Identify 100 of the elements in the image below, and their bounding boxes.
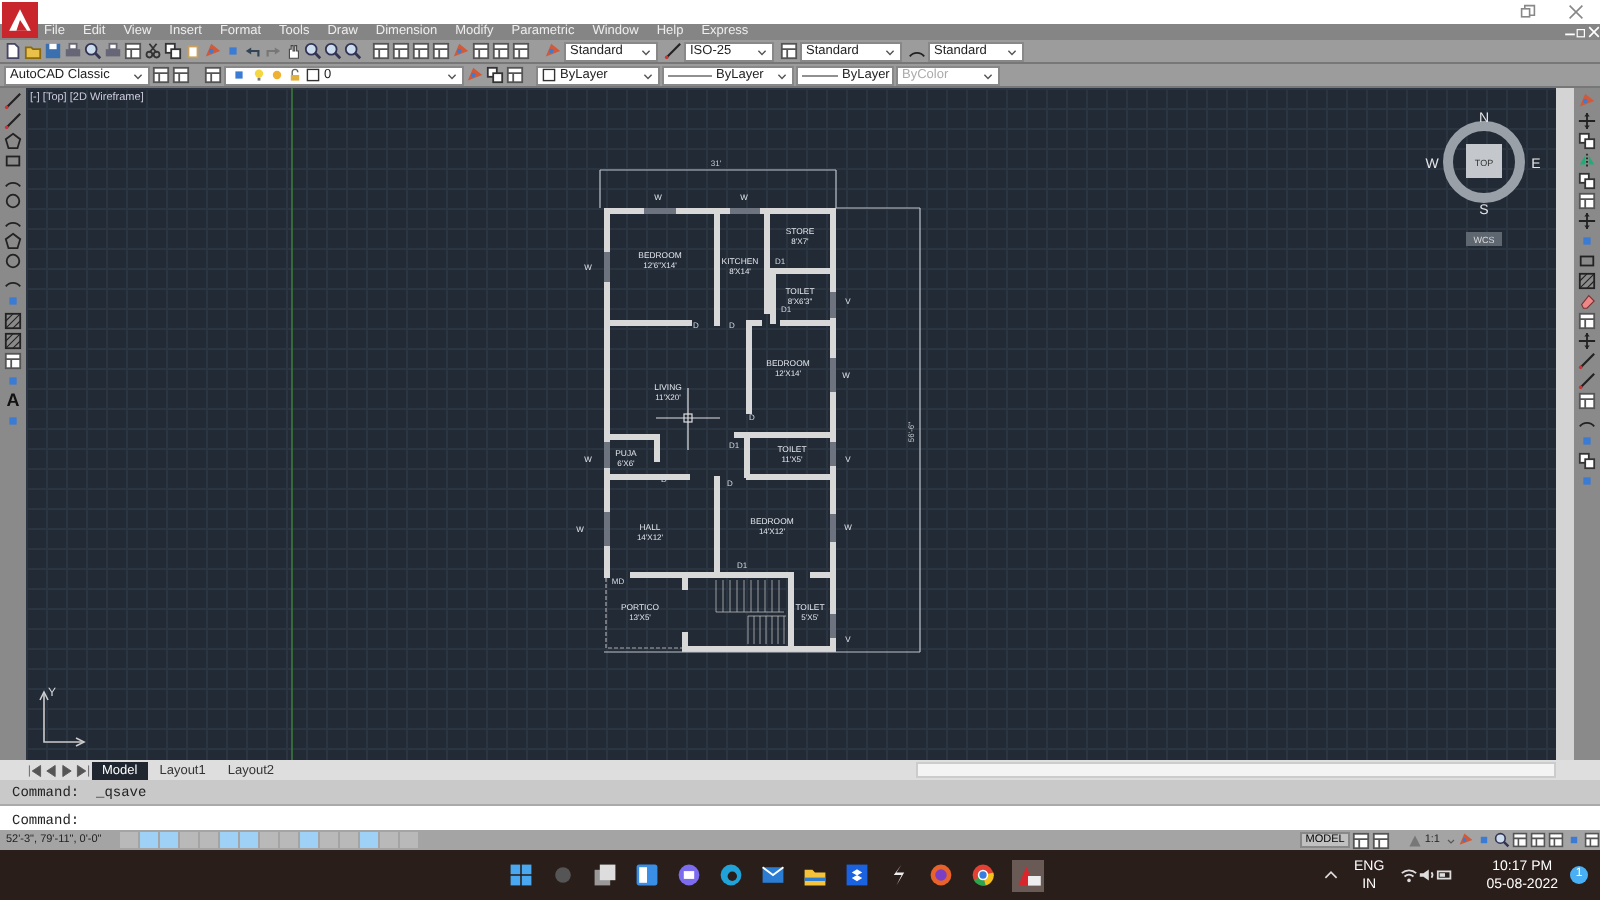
panel-icon[interactable] (1584, 832, 1600, 848)
status-toggle[interactable] (359, 832, 378, 848)
magnifier-icon[interactable] (84, 42, 102, 60)
node-icon[interactable] (1578, 432, 1596, 450)
circle-icon[interactable] (4, 192, 22, 210)
panel-icon[interactable] (1530, 832, 1546, 848)
caret-icon[interactable] (132, 69, 144, 81)
caret-icon[interactable] (1446, 835, 1456, 845)
node-icon[interactable] (224, 42, 242, 60)
chevron-up-icon[interactable] (1324, 868, 1339, 882)
scissors-icon[interactable] (144, 42, 162, 60)
status-toggle[interactable] (179, 832, 198, 848)
speaker-icon[interactable] (1418, 866, 1437, 884)
caret-icon[interactable] (884, 45, 896, 57)
viewcube-drawing[interactable] (1443, 121, 1525, 203)
status-toggle[interactable] (159, 832, 178, 848)
panel-icon[interactable] (492, 42, 510, 60)
rectangle-icon[interactable] (4, 152, 22, 170)
panel-icon[interactable] (512, 42, 530, 60)
restore-icon[interactable] (1520, 4, 1536, 20)
polygon-icon[interactable] (4, 232, 22, 250)
close-icon[interactable] (1568, 4, 1584, 20)
panel-icon[interactable] (4, 352, 22, 370)
panel-icon[interactable] (1512, 832, 1528, 848)
printer-icon[interactable] (64, 42, 82, 60)
line-icon[interactable] (4, 112, 22, 130)
copy-icon[interactable] (1578, 172, 1596, 190)
panel-icon[interactable] (412, 42, 430, 60)
eraser-icon[interactable] (1578, 292, 1596, 310)
panel-icon[interactable] (506, 66, 524, 84)
node-icon[interactable] (1566, 832, 1582, 848)
chrome-icon[interactable] (970, 862, 996, 888)
magnifier-icon[interactable] (1494, 832, 1510, 848)
line-icon[interactable] (1578, 372, 1596, 390)
printer-icon[interactable] (104, 42, 122, 60)
browser-icon[interactable] (718, 862, 744, 888)
save-icon[interactable] (44, 42, 62, 60)
magnifier-icon[interactable] (324, 42, 342, 60)
status-toggle[interactable] (199, 832, 218, 848)
chat-icon[interactable] (676, 862, 702, 888)
panel-icon[interactable] (1548, 832, 1564, 848)
panel-icon[interactable] (124, 42, 142, 60)
hatch-icon[interactable] (1578, 272, 1596, 290)
application-icon[interactable] (1012, 859, 1044, 891)
wifi-icon[interactable] (1400, 866, 1419, 884)
status-toggle[interactable] (379, 832, 398, 848)
node-icon[interactable] (1476, 832, 1492, 848)
move-icon[interactable] (1578, 112, 1596, 130)
start-icon[interactable] (508, 862, 534, 888)
panel-icon[interactable] (780, 42, 798, 60)
move-icon[interactable] (1578, 332, 1596, 350)
panel-icon[interactable] (172, 66, 190, 84)
polygon-icon[interactable] (4, 132, 22, 150)
copy-icon[interactable] (164, 42, 182, 60)
vertical-scrollbar[interactable] (1556, 88, 1574, 760)
magnifier-icon[interactable] (344, 42, 362, 60)
hand-icon[interactable] (284, 42, 302, 60)
status-toggle[interactable] (239, 832, 258, 848)
widgets-icon[interactable] (634, 862, 660, 888)
status-toggle[interactable] (339, 832, 358, 848)
copy-icon[interactable] (486, 66, 504, 84)
hatch-icon[interactable] (4, 312, 22, 330)
clipboard-icon[interactable] (184, 42, 202, 60)
panel-icon[interactable] (204, 66, 222, 84)
line-icon[interactable] (664, 42, 682, 60)
node-icon[interactable] (1578, 472, 1596, 490)
panel-icon[interactable] (372, 42, 390, 60)
copy-icon[interactable] (1578, 132, 1596, 150)
panel-icon[interactable] (1372, 831, 1391, 849)
node-icon[interactable] (4, 372, 22, 390)
status-toggle[interactable] (299, 832, 318, 848)
node-icon[interactable] (1578, 232, 1596, 250)
status-toggle[interactable] (279, 832, 298, 848)
copy-icon[interactable] (1578, 452, 1596, 470)
status-toggle[interactable] (259, 832, 278, 848)
panel-icon[interactable] (1578, 392, 1596, 410)
circle-icon[interactable] (4, 252, 22, 270)
line-icon[interactable] (4, 92, 22, 110)
dropbox-icon[interactable] (844, 862, 870, 888)
panel-icon[interactable] (1578, 192, 1596, 210)
ucs-menu-button[interactable] (1466, 232, 1502, 246)
mirror-icon[interactable] (1578, 152, 1596, 170)
rectangle-icon[interactable] (1578, 252, 1596, 270)
panel-icon[interactable] (432, 42, 450, 60)
application-logo-icon[interactable] (2, 2, 38, 38)
panel-icon[interactable] (1578, 312, 1596, 330)
panel-icon[interactable] (152, 66, 170, 84)
firefox-icon[interactable] (928, 862, 954, 888)
caret-icon[interactable] (446, 69, 458, 81)
move-icon[interactable] (1578, 212, 1596, 230)
status-toggle[interactable] (119, 832, 138, 848)
node-icon[interactable] (4, 412, 22, 430)
undo-arrow-icon[interactable] (244, 42, 262, 60)
text-tool[interactable]: A (6, 392, 20, 410)
battery-icon[interactable] (1436, 866, 1455, 884)
first-icon[interactable] (28, 763, 42, 777)
magnifier-icon[interactable] (304, 42, 322, 60)
horizontal-scrollbar[interactable] (916, 762, 1556, 778)
panel-icon[interactable] (472, 42, 490, 60)
status-toggle[interactable] (399, 832, 418, 848)
